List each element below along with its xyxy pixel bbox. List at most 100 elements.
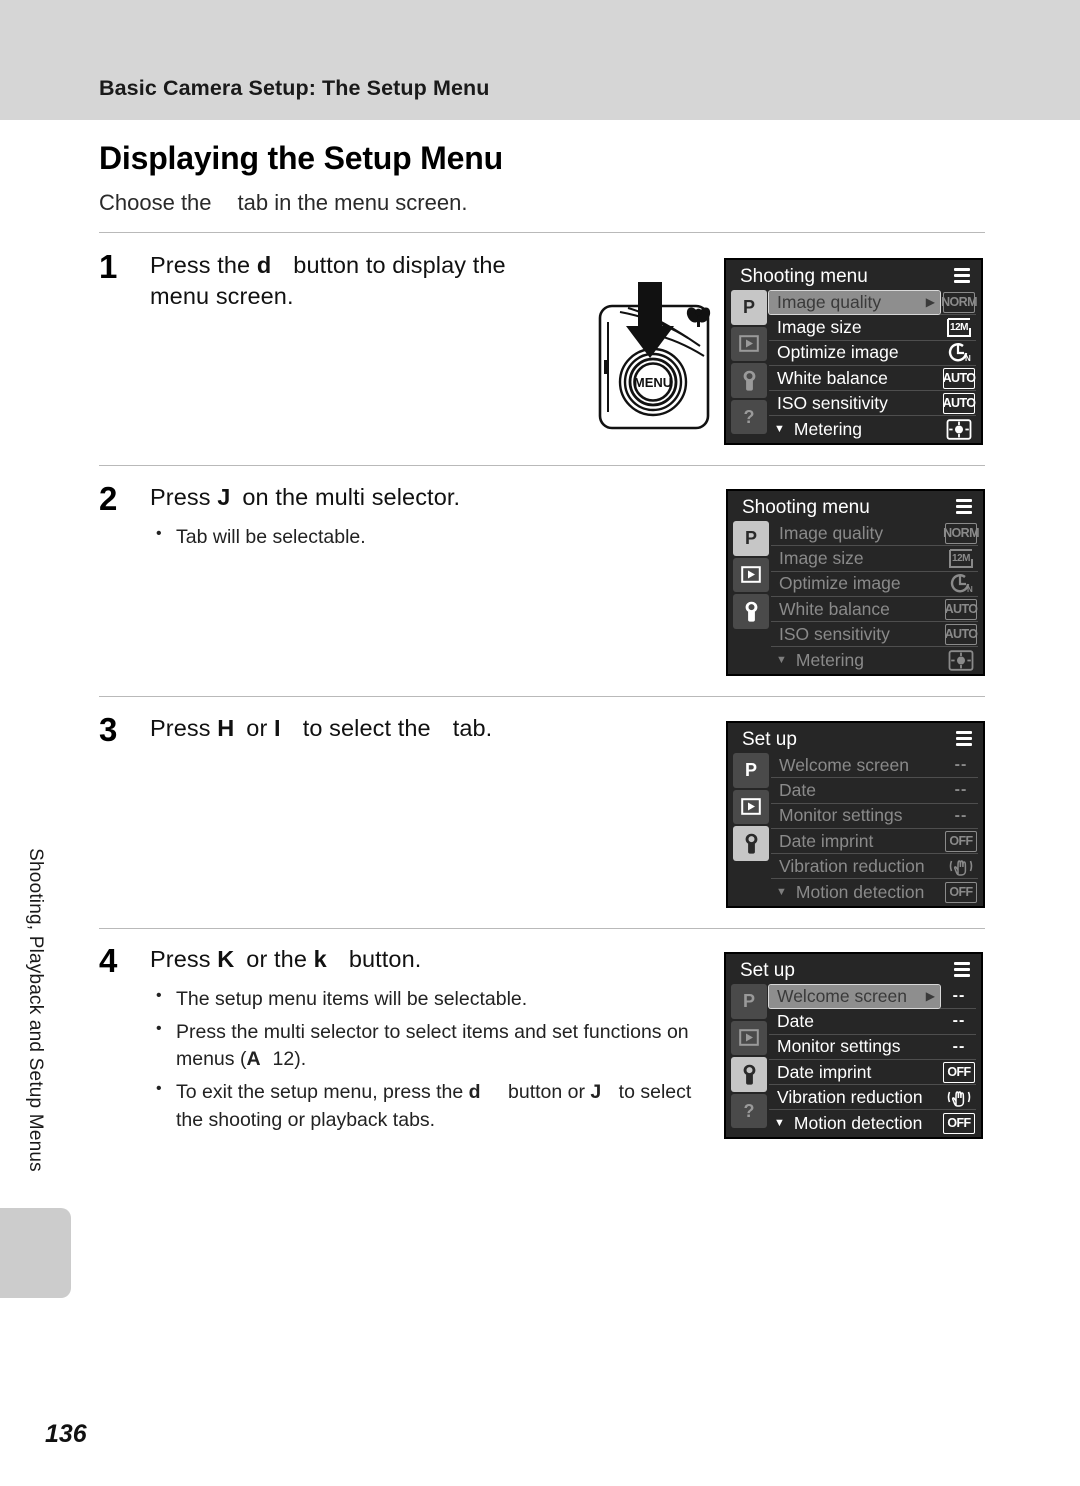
- lcd-menu-row[interactable]: Image quality ▶ NORM: [768, 289, 978, 316]
- page-number: 136: [45, 1420, 87, 1448]
- lcd-menu-row[interactable]: ISO sensitivity AUTO: [771, 622, 978, 648]
- menu-button-label: MENU: [634, 375, 672, 390]
- row-value: NORM: [941, 291, 978, 314]
- lcd-tab-wrench[interactable]: [733, 826, 769, 861]
- lcd-menu-row[interactable]: Welcome screen ▶ --: [768, 983, 976, 1010]
- row-value: OFF: [944, 881, 978, 904]
- lcd-menu-row[interactable]: Monitor settings --: [771, 804, 978, 829]
- lcd-row-label: Date: [777, 1010, 814, 1031]
- lcd-row-wrap: ISO sensitivity: [769, 392, 940, 415]
- lcd-row-list: Welcome screen -- Date -- Monitor settings --…: [769, 753, 978, 905]
- lcd-tab-playback[interactable]: [733, 789, 769, 824]
- lcd-row-wrap: White balance: [771, 598, 942, 621]
- lcd-menu-row[interactable]: Monitor settings --: [769, 1035, 976, 1060]
- lcd-tab-wrench[interactable]: [731, 363, 767, 398]
- lcd-tab-playback[interactable]: [731, 326, 767, 361]
- lcd-menu-row[interactable]: White balance AUTO: [771, 597, 978, 623]
- lcd-tab-wrench[interactable]: [731, 1057, 767, 1092]
- lcd-menu-row[interactable]: Image quality NORM: [771, 521, 980, 547]
- row-value-optimize-icon: N: [944, 572, 978, 595]
- lcd-tab-P[interactable]: P: [733, 753, 769, 788]
- lcd-title: Set up: [733, 727, 978, 753]
- lcd-menu-row[interactable]: ▼ Metering: [769, 416, 976, 441]
- lcd-menu-row[interactable]: ▼ Motion detection OFF: [769, 1110, 976, 1135]
- lcd-row-wrap: Motion detection: [786, 1112, 940, 1135]
- lcd-row-wrap: Welcome screen: [771, 754, 942, 777]
- lcd-menu-row[interactable]: Optimize image N: [769, 341, 976, 366]
- lcd-body: P Welcome screen -- Date -- Monitor settings -…: [733, 753, 978, 905]
- lcd-row-list: Image quality NORM Image size 12M Optimize i…: [769, 521, 980, 673]
- lcd-menu-row[interactable]: ISO sensitivity AUTO: [769, 391, 976, 417]
- lcd-menu-row[interactable]: Vibration reduction: [769, 1085, 976, 1111]
- lcd-menu-row[interactable]: Vibration reduction: [771, 854, 978, 880]
- lcd-menu-row[interactable]: ▼ Motion detection OFF: [771, 879, 978, 904]
- page-lead: Choose the tab in the menu screen.: [99, 190, 467, 216]
- row-value-metering-icon: [944, 649, 978, 672]
- tab-icon-shooting: P: [744, 760, 757, 781]
- step-4-number: 4: [99, 942, 118, 979]
- lcd-tab-playback[interactable]: [731, 1020, 767, 1055]
- lcd-row-label: Image size: [777, 316, 862, 337]
- lcd-title: Shooting menu: [731, 264, 976, 290]
- step-4-bullets: The setup menu items will be selectable.…: [150, 985, 710, 1134]
- lcd-row-wrap: Vibration reduction: [771, 855, 942, 878]
- step-3-text-b: to select the: [302, 715, 431, 741]
- lcd-menu-row[interactable]: ▼ Metering: [771, 647, 978, 672]
- rule-3: [99, 696, 985, 697]
- lcd-row-wrap: Image size: [769, 316, 940, 339]
- lcd-menu-row[interactable]: Date imprint OFF: [769, 1060, 976, 1086]
- lcd-row-label: Optimize image: [779, 573, 901, 594]
- down-arrow-symbol: I: [274, 715, 281, 741]
- lcd-tab-question[interactable]: ?: [731, 399, 767, 434]
- lcd-menu-row[interactable]: White balance AUTO: [769, 366, 976, 392]
- step-1-heading: Press the d button to display the menu sc…: [150, 250, 580, 312]
- side-tab-label: Shooting, Playback and Setup Menus: [25, 847, 46, 1172]
- step-1-text-a: Press the: [150, 252, 251, 278]
- lcd-menu-row[interactable]: Image size 12M: [771, 546, 978, 572]
- lcd-tab-wrench[interactable]: [733, 594, 769, 629]
- row-value: AUTO: [944, 623, 978, 646]
- row-value: --: [954, 806, 968, 824]
- lcd-menu-row[interactable]: Date --: [771, 778, 978, 804]
- tab-cell-empty: [733, 863, 769, 898]
- lcd-tab-playback[interactable]: [733, 557, 769, 592]
- lcd-menu-row[interactable]: Image size 12M: [769, 315, 976, 341]
- lcd-row-wrap: Optimize image: [771, 572, 942, 595]
- step-1-number: 1: [99, 248, 118, 285]
- camera-body-svg: MENU: [598, 282, 711, 430]
- svg-text:N: N: [965, 354, 971, 363]
- step-1-text-b: button to display the: [293, 252, 506, 278]
- step-4-heading: Press Kor the k button.: [150, 944, 710, 975]
- lcd-tab-strip: P: [733, 753, 769, 905]
- row-value: --: [952, 1012, 966, 1030]
- lcd-row-wrap: Monitor settings: [769, 1035, 940, 1058]
- lcd-screen-setup-1: Set up P Welcome screen -- Date -- Monitor set…: [726, 721, 985, 908]
- lcd-body: P? Image quality ▶ NORM Image size 12M Optimiz…: [731, 289, 978, 442]
- bullet: Tab will be selectable.: [150, 523, 590, 552]
- row-value-vibration-reduction-icon: [942, 1086, 976, 1109]
- step-2-heading: Press Jon the multi selector.: [150, 482, 590, 513]
- lcd-tab-P[interactable]: P: [731, 984, 767, 1019]
- rule-2: [99, 465, 985, 466]
- lcd-menu-row[interactable]: Optimize image N: [771, 572, 978, 597]
- lcd-tab-P[interactable]: P: [733, 521, 769, 556]
- lcd-row-label: Vibration reduction: [779, 855, 925, 876]
- lcd-menu-row[interactable]: Date imprint OFF: [771, 829, 978, 855]
- lcd-row-list: Image quality ▶ NORM Image size 12M Optimize …: [767, 289, 978, 442]
- lcd-tab-question[interactable]: ?: [731, 1093, 767, 1128]
- lcd-row-wrap: Image quality: [771, 522, 942, 545]
- lcd-menu-row[interactable]: Welcome screen --: [771, 753, 978, 779]
- step-1-body: Press the d button to display the menu sc…: [150, 250, 580, 312]
- tab-icon-setup-wrench: [745, 833, 757, 854]
- lcd-menu-row[interactable]: Date --: [769, 1009, 976, 1035]
- tab-icon-playback: [739, 1029, 759, 1047]
- lcd-screen-shooting-menu-2: Shooting menu P Image quality NORM Image siz…: [726, 489, 985, 676]
- lcd-tab-P[interactable]: P: [731, 290, 767, 325]
- page-title: Displaying the Setup Menu: [99, 140, 503, 176]
- ok-button-symbol: k: [313, 946, 327, 972]
- bullet-3-mid: button or: [502, 1081, 591, 1104]
- lcd-row-label: Optimize image: [777, 342, 899, 363]
- step-4-body: Press Kor the k button. The setup menu it…: [150, 944, 710, 1139]
- lcd-row-label: Motion detection: [793, 1112, 923, 1133]
- lcd-body: P? Welcome screen ▶ -- Date -- Monitor setting…: [731, 983, 976, 1136]
